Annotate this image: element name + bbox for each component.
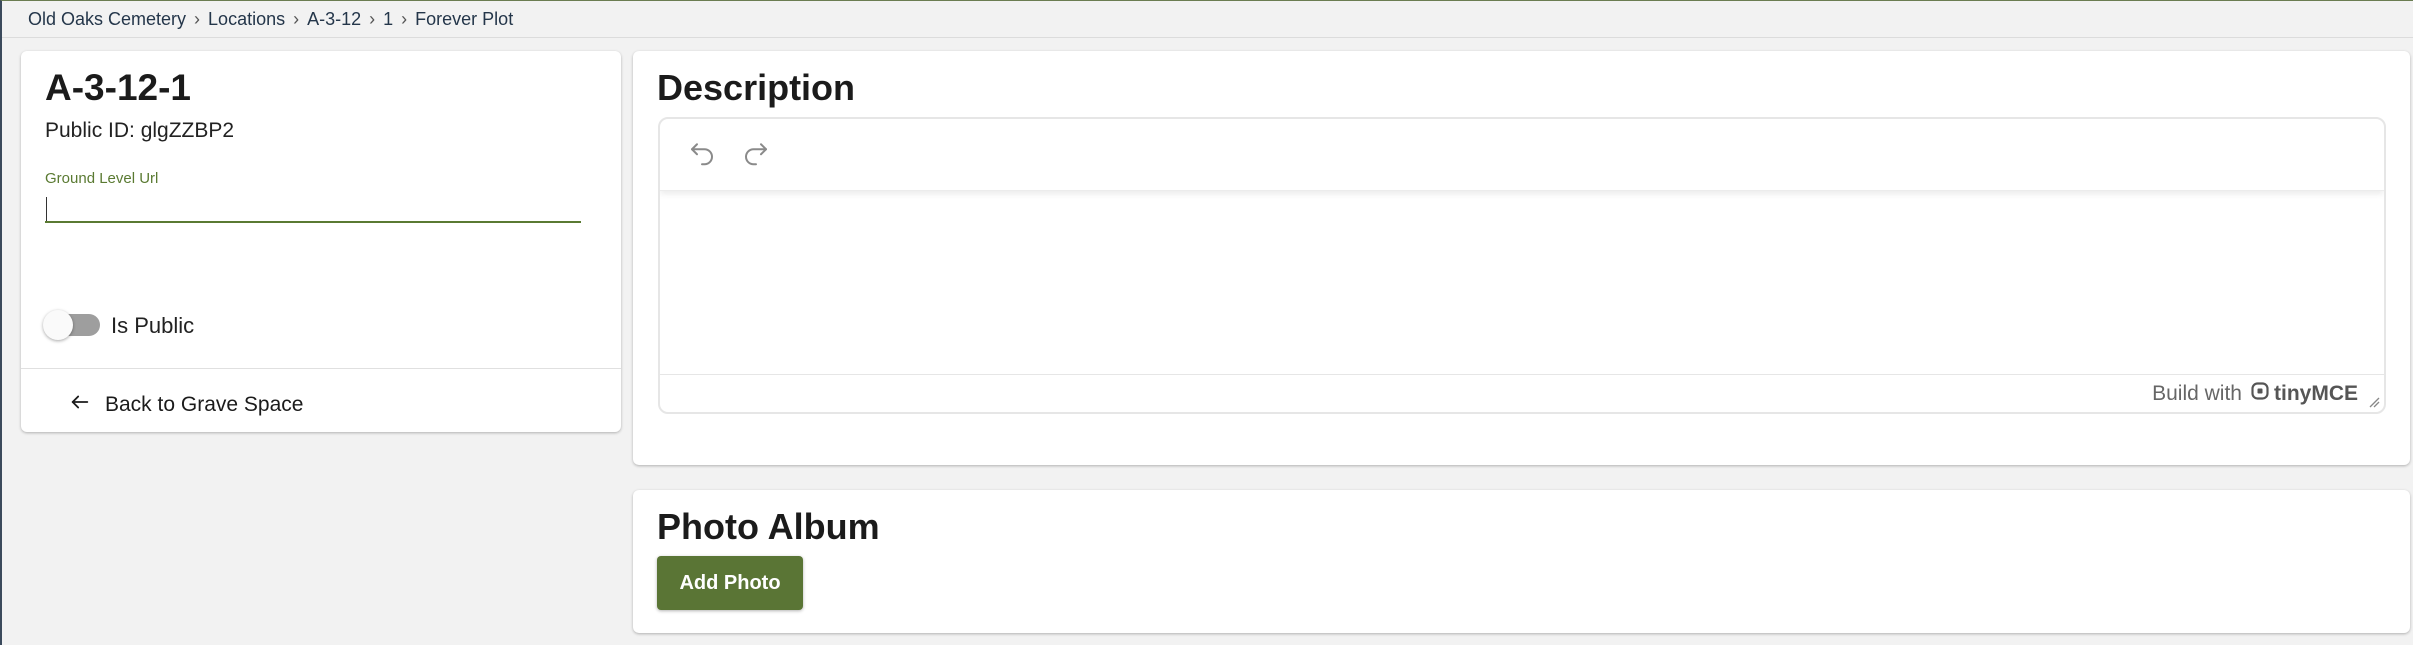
breadcrumb-space[interactable]: 1 xyxy=(383,9,393,30)
add-photo-button[interactable]: Add Photo xyxy=(657,556,803,610)
description-card: Description Build with tinyMCE xyxy=(633,51,2410,465)
redo-button[interactable] xyxy=(738,137,774,173)
arrow-left-icon xyxy=(69,391,91,419)
breadcrumb-cemetery[interactable]: Old Oaks Cemetery xyxy=(28,9,186,30)
breadcrumb-locations[interactable]: Locations xyxy=(208,9,285,30)
editor-content-area[interactable] xyxy=(660,192,2384,376)
resize-handle-icon[interactable] xyxy=(2366,394,2380,408)
is-public-toggle[interactable] xyxy=(43,310,100,340)
header-divider xyxy=(2,37,2413,38)
ground-level-url-input[interactable] xyxy=(45,191,581,223)
undo-icon xyxy=(687,138,717,173)
text-caret xyxy=(46,197,47,221)
editor-statusbar: Build with tinyMCE xyxy=(660,374,2384,412)
ground-level-url-label: Ground Level Url xyxy=(45,170,159,187)
tinymce-logo-icon xyxy=(2250,381,2270,407)
branding-prefix: Build with xyxy=(2152,382,2242,405)
public-id: Public ID: glgZZBP2 xyxy=(45,119,235,142)
breadcrumb-separator: › xyxy=(293,8,300,29)
is-public-label: Is Public xyxy=(111,313,195,338)
undo-button[interactable] xyxy=(684,137,720,173)
breadcrumb-separator: › xyxy=(401,8,408,29)
breadcrumb-separator: › xyxy=(369,8,376,29)
photo-album-card: Photo Album Add Photo xyxy=(633,490,2410,633)
redo-icon xyxy=(741,138,771,173)
breadcrumb-separator: › xyxy=(194,8,201,29)
editor-toolbar xyxy=(660,119,2384,191)
app-frame: Old Oaks Cemetery › Locations › A-3-12 ›… xyxy=(0,0,2413,645)
branding-name: tinyMCE xyxy=(2274,382,2358,405)
card-divider xyxy=(21,368,621,369)
photo-album-title: Photo Album xyxy=(657,506,880,547)
description-title: Description xyxy=(657,67,856,108)
back-to-grave-space-link[interactable]: Back to Grave Space xyxy=(69,391,303,419)
rich-text-editor: Build with tinyMCE xyxy=(658,117,2386,414)
plot-details-card: A-3-12-1 Public ID: glgZZBP2 Ground Leve… xyxy=(21,51,621,432)
tinymce-logo: tinyMCE xyxy=(2250,381,2358,407)
breadcrumb-current-plot: Forever Plot xyxy=(415,8,514,29)
back-link-label: Back to Grave Space xyxy=(105,393,304,416)
toggle-knob xyxy=(43,310,73,340)
editor-branding[interactable]: Build with tinyMCE xyxy=(2152,381,2358,407)
breadcrumb-section[interactable]: A-3-12 xyxy=(307,9,361,30)
plot-title: A-3-12-1 xyxy=(45,67,191,108)
breadcrumb: Old Oaks Cemetery › Locations › A-3-12 ›… xyxy=(28,1,513,37)
